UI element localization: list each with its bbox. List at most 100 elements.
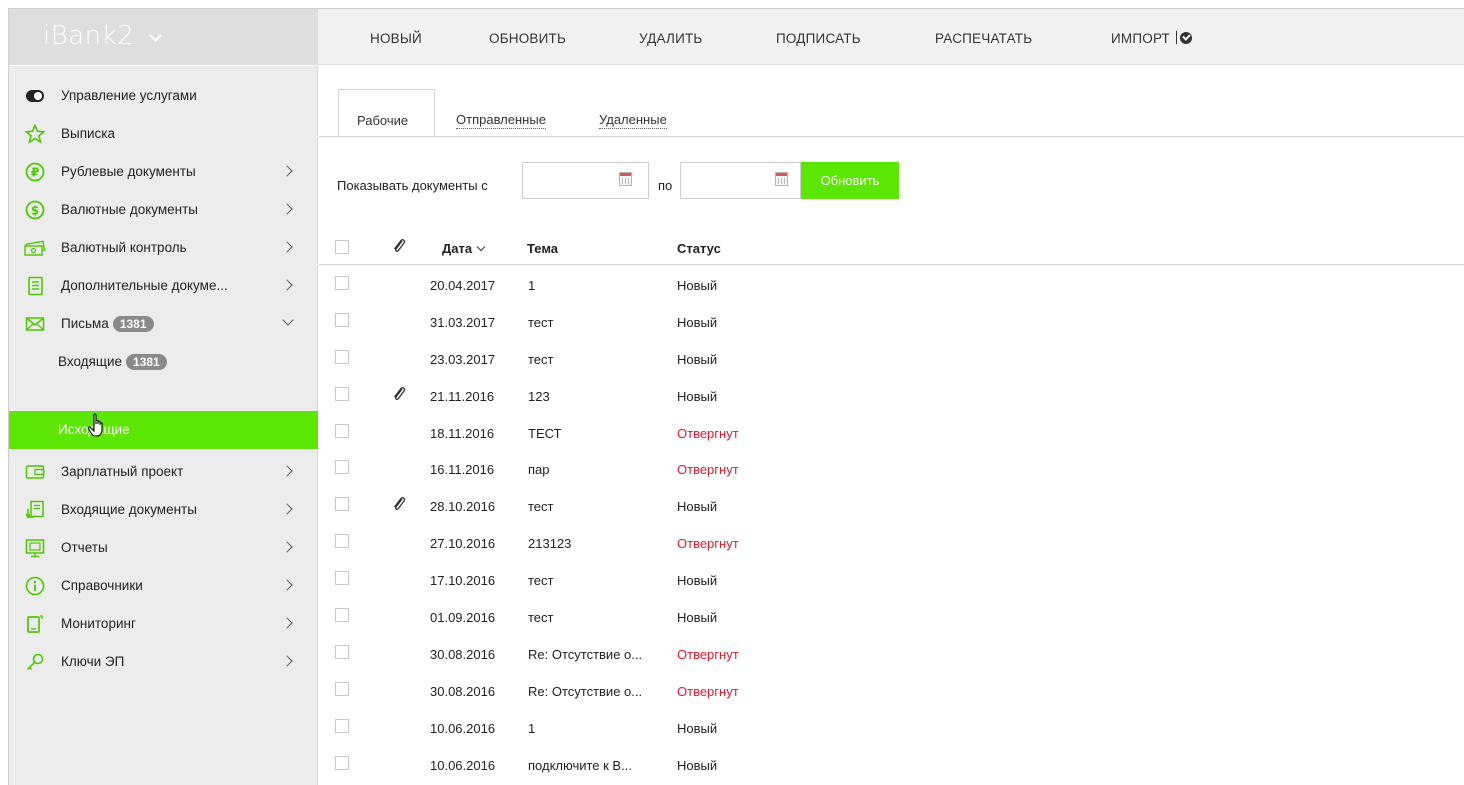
row-checkbox[interactable]: [335, 608, 349, 623]
calendar-icon[interactable]: [775, 172, 788, 186]
table-row[interactable]: 28.10.2016 тест Новый: [319, 486, 1464, 523]
sidebar-item-additional-docs[interactable]: Дополнительные докуме...: [9, 267, 318, 305]
row-checkbox[interactable]: [335, 349, 349, 364]
table-row[interactable]: 01.09.2016 тест Новый: [319, 597, 1464, 634]
row-checkbox[interactable]: [335, 497, 349, 512]
row-subject: подключите к В...: [528, 757, 632, 773]
sidebar-item-incoming-docs[interactable]: Входящие документы: [9, 491, 318, 529]
row-checkbox[interactable]: [335, 312, 349, 327]
table-row[interactable]: 27.10.2016 213123 Отвергнут: [319, 523, 1464, 560]
table-row[interactable]: 10.06.2016 1 Новый: [319, 708, 1464, 745]
table-row[interactable]: 20.04.2017 1 Новый: [319, 265, 1464, 302]
print-button[interactable]: РАСПЕЧАТАТЬ: [935, 31, 1032, 46]
sidebar-item-monitoring[interactable]: Мониторинг: [9, 605, 318, 643]
row-checkbox[interactable]: [335, 276, 349, 290]
sidebar-item-label: Входящие: [58, 354, 123, 369]
row-date: 21.11.2016: [430, 388, 495, 404]
sidebar-item-reports[interactable]: Отчеты: [9, 529, 318, 567]
tab-sent[interactable]: Отправленные: [456, 89, 566, 137]
svg-text:$: $: [31, 204, 39, 218]
sidebar-item-currency-control[interactable]: Валютный контроль: [9, 229, 318, 267]
column-subject-header[interactable]: Тема: [527, 241, 558, 256]
row-checkbox[interactable]: [335, 534, 349, 549]
row-date: 10.06.2016: [430, 720, 496, 736]
row-checkbox[interactable]: [335, 755, 349, 770]
table-row[interactable]: 30.08.2016 Re: Отсутствие о... Отвергнут: [319, 634, 1464, 671]
table-row[interactable]: 17.10.2016 тест Новый: [319, 560, 1464, 597]
row-checkbox[interactable]: [335, 423, 349, 438]
count-badge: 1381: [112, 316, 154, 332]
row-checkbox[interactable]: [335, 644, 349, 659]
chevron-down-icon[interactable]: [149, 29, 162, 42]
tab-deleted[interactable]: Удаленные: [599, 89, 689, 137]
row-checkbox[interactable]: [335, 571, 349, 586]
check-circle-icon[interactable]: [1180, 32, 1192, 44]
new-button[interactable]: НОВЫЙ: [370, 31, 422, 46]
sidebar-item-salary-project[interactable]: Зарплатный проект: [9, 453, 318, 491]
chevron-right-icon: [281, 203, 293, 215]
row-checkbox[interactable]: [335, 460, 349, 475]
sidebar-item-keys[interactable]: Ключи ЭП: [9, 643, 318, 681]
sidebar-item-inbox[interactable]: Входящие 1381: [9, 343, 318, 381]
sign-button[interactable]: ПОДПИСАТЬ: [776, 31, 861, 46]
row-date: 30.08.2016: [430, 683, 496, 699]
sidebar-item-label: Письма: [61, 316, 109, 331]
table-row[interactable]: 30.08.2016 Re: Отсутствие о... Отвергнут: [319, 671, 1464, 708]
sidebar-item-directories[interactable]: Справочники: [9, 567, 318, 605]
report-icon: [25, 539, 45, 558]
sidebar: Управление услугами Выписка ₽ Рублевые д…: [9, 66, 318, 785]
import-label: ИМПОРТ: [1111, 31, 1170, 46]
app-window: iBank2 НОВЫЙ ОБНОВИТЬ УДАЛИТЬ ПОДПИСАТЬ …: [8, 8, 1464, 785]
chevron-right-icon: [281, 241, 293, 253]
sidebar-item-ruble-docs[interactable]: ₽ Рублевые документы: [9, 153, 318, 191]
calendar-icon[interactable]: [619, 172, 632, 186]
tab-working[interactable]: Рабочие: [338, 89, 435, 137]
column-label: Дата: [442, 241, 473, 256]
row-date: 31.03.2017: [430, 314, 496, 330]
row-checkbox[interactable]: [335, 386, 349, 401]
table-body: 20.04.2017 1 Новый 31.03.2017 тест Новый 23.03…: [319, 265, 1464, 781]
logo-area[interactable]: iBank2: [9, 9, 318, 65]
row-subject: 1: [528, 278, 536, 293]
money-icon: [24, 240, 46, 256]
date-from-field[interactable]: [522, 162, 649, 199]
table-row[interactable]: 16.11.2016 пар Отвергнут: [319, 449, 1464, 486]
row-status: Новый: [677, 351, 718, 367]
documents-table: Дата Тема Статус 20.04.2017 1 Новый 31.03.2…: [319, 224, 1464, 781]
date-to-field[interactable]: [680, 162, 801, 199]
column-date-header[interactable]: Дата: [442, 241, 486, 256]
sidebar-item-services[interactable]: Управление услугами: [9, 77, 318, 115]
table-row[interactable]: 10.06.2016 подключите к В... Новый: [319, 745, 1464, 782]
sidebar-item-outbox[interactable]: Исходящие: [9, 411, 318, 449]
filter-refresh-button[interactable]: Обновить: [801, 162, 899, 199]
paperclip-icon: [393, 497, 406, 511]
sidebar-item-label: Зарплатный проект: [61, 464, 184, 479]
table-row[interactable]: 23.03.2017 тест Новый: [319, 339, 1464, 376]
date-filter: Показывать документы с по Обновить: [319, 162, 1464, 202]
row-status: Новый: [677, 573, 718, 589]
filter-to-label: по: [658, 178, 673, 193]
sidebar-item-letters[interactable]: Письма 1381: [9, 305, 318, 343]
chevron-right-icon: [281, 503, 293, 515]
row-status: Отвергнут: [677, 536, 739, 552]
import-button[interactable]: ИМПОРТ: [1111, 31, 1192, 46]
select-all-checkbox[interactable]: [335, 240, 349, 254]
row-date: 10.06.2016: [430, 757, 496, 773]
row-subject: тест: [528, 499, 554, 515]
row-status: Новый: [677, 757, 718, 773]
sidebar-item-inbox-label: Входящие 1381: [58, 354, 167, 370]
sort-down-icon: [476, 242, 486, 252]
delete-button[interactable]: УДАЛИТЬ: [639, 31, 702, 46]
row-date: 01.09.2016: [430, 610, 496, 626]
row-checkbox[interactable]: [335, 681, 349, 696]
sidebar-item-currency-docs[interactable]: $ Валютные документы: [9, 191, 318, 229]
table-row[interactable]: 18.11.2016 ТЕСТ Отвергнут: [319, 413, 1464, 450]
row-checkbox[interactable]: [335, 718, 349, 733]
sidebar-item-statement[interactable]: Выписка: [9, 115, 318, 153]
column-status-header[interactable]: Статус: [677, 241, 721, 256]
table-row[interactable]: 31.03.2017 тест Новый: [319, 302, 1464, 339]
row-status: Новый: [677, 720, 718, 736]
refresh-button[interactable]: ОБНОВИТЬ: [489, 31, 566, 46]
row-status: Новый: [677, 499, 718, 515]
table-row[interactable]: 21.11.2016 123 Новый: [319, 376, 1464, 413]
